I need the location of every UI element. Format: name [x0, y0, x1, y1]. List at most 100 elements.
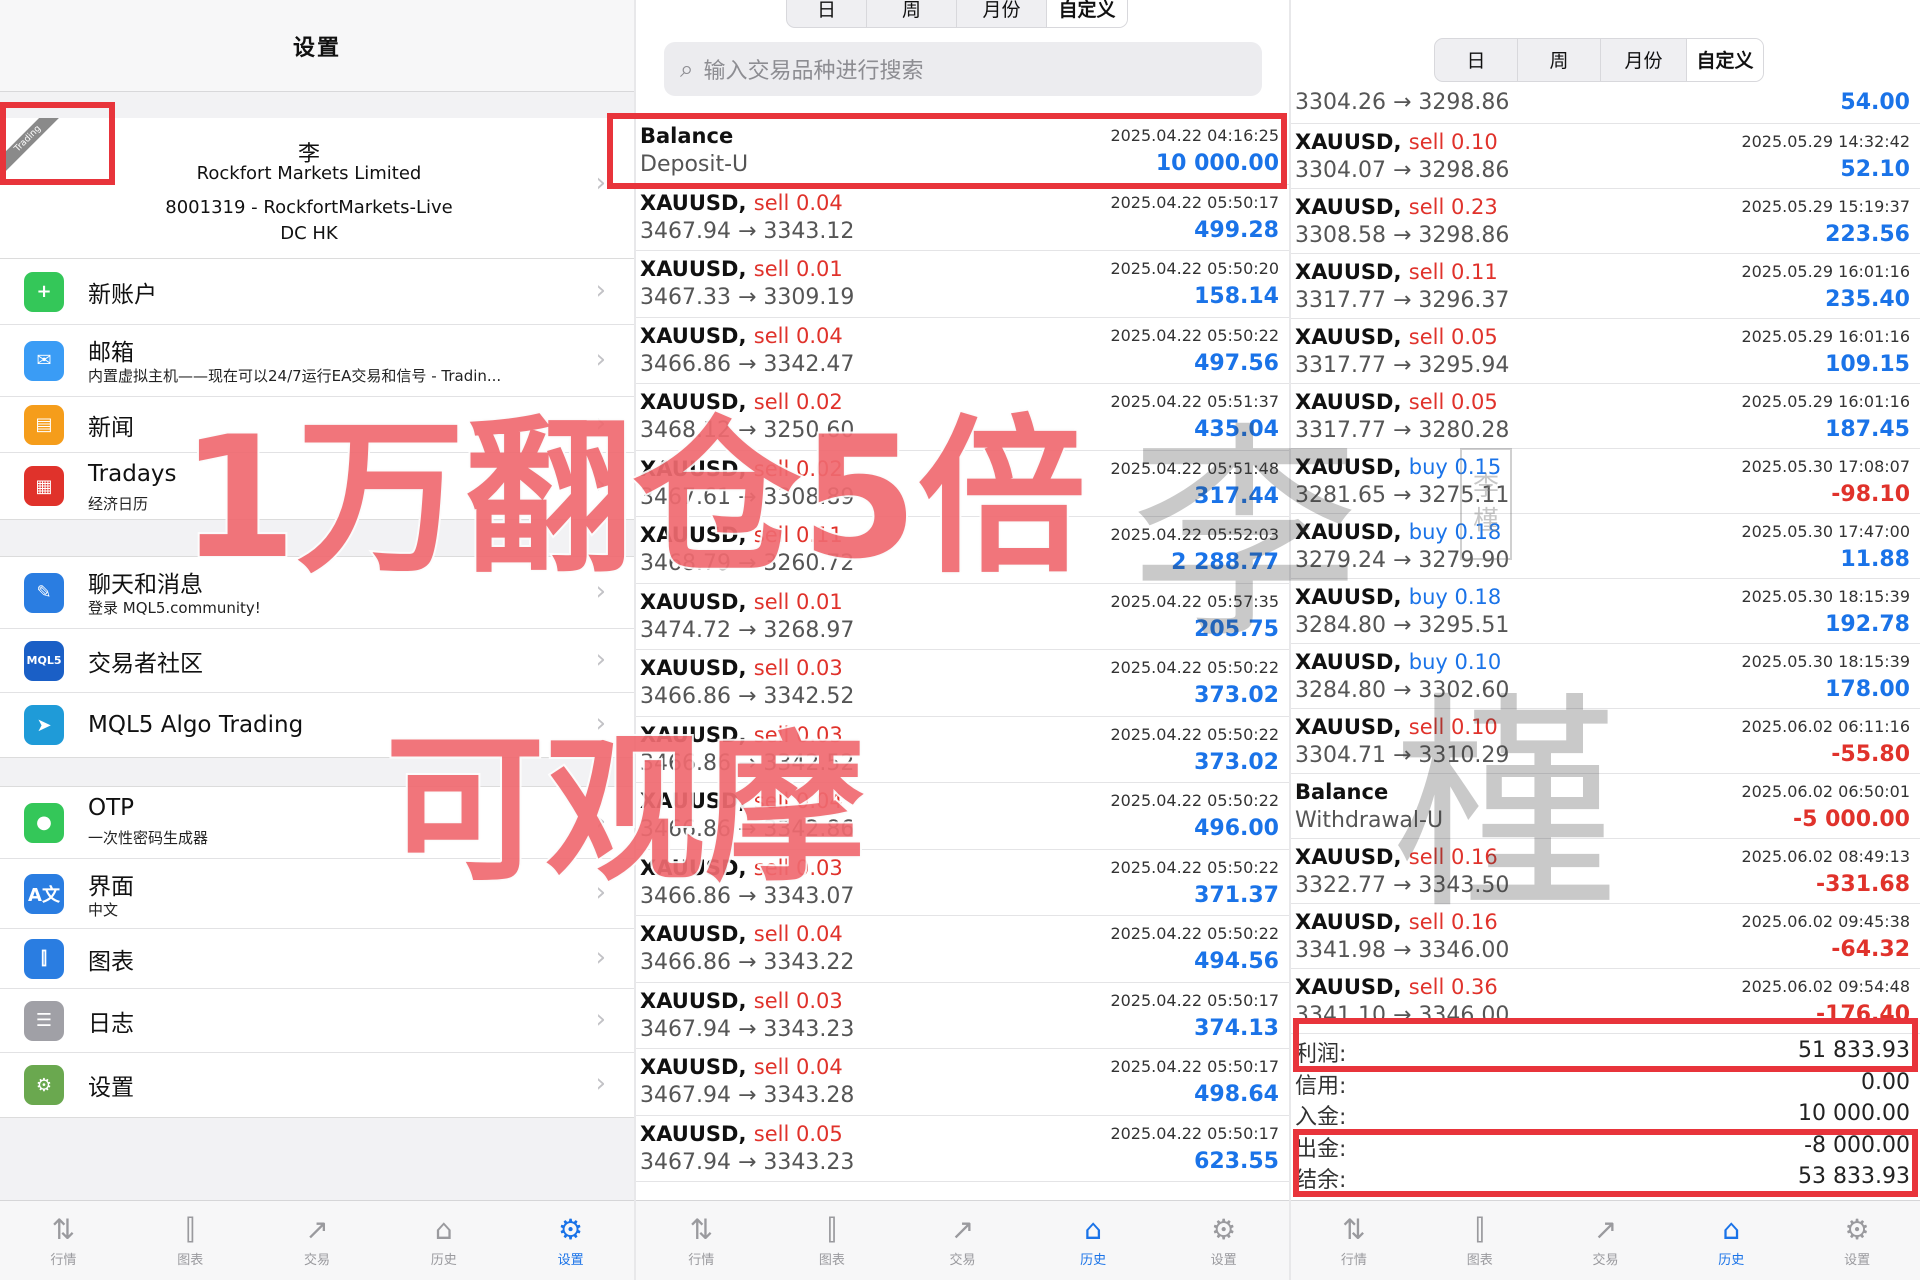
tab-5[interactable]: ⚙ 设置 [1794, 1201, 1920, 1280]
deal-symbol: Balance [640, 124, 734, 148]
deal-symbol: XAUUSD, buy 0.15 [1295, 455, 1502, 479]
deal-row[interactable]: XAUUSD, buy 0.10 2025.05.30 18:15:39 3284.… [1291, 644, 1920, 709]
search-placeholder: 输入交易品种进行搜索 [703, 59, 924, 84]
settings-item[interactable]: A文 界面 中文 › [0, 859, 634, 929]
deal-row[interactable]: XAUUSD, sell 0.23 2025.05.29 15:19:37 3308… [1291, 189, 1920, 254]
deal-row[interactable]: XAUUSD, sell 0.02 2025.04.22 05:51:48 3467… [636, 451, 1289, 517]
deal-symbol: XAUUSD, sell 0.05 [1295, 390, 1498, 414]
deal-row[interactable]: XAUUSD, sell 0.02 2025.04.22 05:51:37 3468… [636, 384, 1289, 451]
tab-5[interactable]: ⚙ 设置 [507, 1201, 634, 1280]
tab-2[interactable]: ⫿ 图表 [767, 1201, 898, 1280]
deal-row[interactable]: XAUUSD, sell 0.04 2025.04.22 05:50:17 3467… [636, 185, 1289, 251]
deal-price: 3304.26 → 3298.86 [1295, 90, 1510, 115]
deal-row[interactable]: XAUUSD, sell 0.04 2025.04.22 05:50:22 3466… [636, 916, 1289, 983]
deal-symbol: XAUUSD, sell 0.02 [640, 456, 843, 481]
deal-row[interactable]: XAUUSD, sell 0.10 2025.06.02 06:11:16 3304… [1291, 709, 1920, 774]
period-tab[interactable]: 日 [787, 0, 867, 27]
deal-row[interactable]: XAUUSD, sell 0.04 2025.04.22 05:50:22 3466… [636, 318, 1289, 384]
balance-row[interactable]: Balance 2025.06.02 06:50:01 Withdrawal-U -5… [1291, 774, 1920, 839]
period-tab[interactable]: 月份 [957, 0, 1047, 27]
tab-2[interactable]: ⫿ 图表 [1417, 1201, 1543, 1280]
deal-row[interactable]: XAUUSD, buy 0.15 2025.05.30 17:08:07 3281.… [1291, 449, 1920, 514]
tab-4[interactable]: ⌂ 历史 [1028, 1201, 1159, 1280]
deal-row[interactable]: XAUUSD, sell 0.11 2025.05.29 16:01:16 3317… [1291, 254, 1920, 319]
settings-item[interactable]: ▤ 新闻 › [0, 397, 634, 453]
period-tab[interactable]: 周 [867, 0, 957, 27]
deal-profit: -55.80 [1831, 742, 1910, 767]
deal-time: 2025.06.02 06:50:01 [1741, 782, 1910, 801]
period-tab[interactable]: 周 [1518, 39, 1601, 81]
deal-row[interactable]: XAUUSD, sell 0.11 2025.04.22 05:52:03 3468… [636, 517, 1289, 584]
deal-profit: -98.10 [1831, 482, 1910, 507]
deal-row[interactable]: XAUUSD, sell 0.16 2025.06.02 09:45:38 3341… [1291, 904, 1920, 969]
period-tab[interactable]: 自定义 [1687, 39, 1763, 81]
settings-item[interactable]: MQL5 交易者社区 › [0, 629, 634, 693]
deal-symbol: XAUUSD, sell 0.36 [1295, 975, 1498, 999]
settings-item-label: OTP [88, 795, 135, 821]
deal-row[interactable]: XAUUSD, sell 0.04 2025.04.22 05:50:22 3466… [636, 783, 1289, 850]
deal-row[interactable]: XAUUSD, sell 0.01 2025.04.22 05:50:20 3467… [636, 251, 1289, 318]
settings-item-icon: ✉ [24, 340, 64, 381]
deal-side: sell 0.16 [1408, 910, 1498, 934]
settings-item[interactable]: + 新账户 › [0, 259, 634, 325]
settings-item-label: 新闻 [88, 414, 134, 441]
deal-symbol: XAUUSD, buy 0.18 [1295, 520, 1502, 544]
search-input[interactable]: ⌕ 输入交易品种进行搜索 [664, 42, 1262, 96]
deal-row[interactable]: XAUUSD, sell 0.16 2025.06.02 08:49:13 3322… [1291, 839, 1920, 904]
tab-4[interactable]: ⌂ 历史 [1668, 1201, 1794, 1280]
tab-1[interactable]: ⇅ 行情 [1291, 1201, 1417, 1280]
settings-item[interactable]: ⚙ 设置 › [0, 1053, 634, 1117]
account-card[interactable]: 李 Rockfort Markets Limited 8001319 - Roc… [0, 118, 634, 260]
settings-item-icon: ▦ [24, 466, 64, 506]
deal-price: 3341.10 → 3346.00 [1295, 1003, 1510, 1028]
settings-item[interactable]: ☰ 日志 › [0, 989, 634, 1053]
deal-row[interactable]: XAUUSD, sell 0.03 2025.04.22 05:50:22 3466… [636, 850, 1289, 916]
tab-3[interactable]: ↗ 交易 [254, 1201, 381, 1280]
tab-4[interactable]: ⌂ 历史 [380, 1201, 507, 1280]
deal-time: 2025.04.22 05:50:22 [1110, 325, 1279, 345]
tab-5[interactable]: ⚙ 设置 [1158, 1201, 1289, 1280]
settings-item[interactable]: ⫿ 图表 › [0, 929, 634, 989]
settings-item[interactable]: ➤ MQL5 Algo Trading › [0, 693, 634, 757]
settings-item[interactable]: ● OTP 一次性密码生成器 › [0, 787, 634, 859]
deal-row[interactable]: XAUUSD, sell 0.03 2025.04.22 05:50:22 3466… [636, 717, 1289, 783]
deal-time: 2025.04.22 05:50:22 [1110, 857, 1279, 877]
deal-row[interactable]: XAUUSD, buy 0.18 2025.05.30 17:47:00 3279.… [1291, 514, 1920, 579]
deal-row[interactable]: XAUUSD, sell 0.04 2025.04.22 05:50:17 3467… [636, 1049, 1289, 1116]
deal-price: 3466.86 → 3342.52 [640, 684, 855, 709]
settings-item[interactable]: ✎ 聊天和消息 登录 MQL5.community! › [0, 557, 634, 629]
deal-row[interactable]: XAUUSD, sell 0.05 2025.04.22 05:50:17 3467… [636, 1116, 1289, 1182]
deal-row[interactable]: XAUUSD, sell 0.03 2025.04.22 05:50:17 3467… [636, 983, 1289, 1049]
period-tab[interactable]: 自定义 [1047, 0, 1127, 27]
settings-item[interactable]: ✉ 邮箱 内置虚拟主机——现在可以24/7运行EA交易和信号 - Tradin...… [0, 325, 634, 397]
period-tab[interactable]: 月份 [1601, 39, 1687, 81]
tab-3[interactable]: ↗ 交易 [897, 1201, 1028, 1280]
balance-row[interactable]: Balance 2025.04.22 04:16:25 Deposit-U 10 00… [636, 118, 1289, 185]
deal-side: sell 0.23 [1408, 195, 1498, 219]
chevron-right-icon: › [595, 1068, 606, 1099]
deal-row[interactable]: XAUUSD, sell 0.05 2025.05.29 16:01:16 3317… [1291, 384, 1920, 449]
deal-row[interactable]: XAUUSD, sell 0.05 2025.05.29 16:01:16 3317… [1291, 319, 1920, 384]
deal-symbol: XAUUSD, sell 0.16 [1295, 910, 1498, 934]
tab-1[interactable]: ⇅ 行情 [0, 1201, 127, 1280]
settings-item[interactable]: ▦ Tradays 经济日历 › [0, 453, 634, 519]
deal-profit: 317.44 [1194, 483, 1279, 509]
settings-item-label: 交易者社区 [88, 650, 203, 677]
deal-row[interactable]: XAUUSD, sell 0.03 2025.04.22 05:50:22 3466… [636, 650, 1289, 717]
deal-row[interactable]: XAUUSD, sell 0.01 2025.04.22 05:57:35 3474… [636, 584, 1289, 650]
deal-row[interactable]: XAUUSD, sell 0.36 2025.06.02 09:54:48 3341… [1291, 969, 1920, 1034]
deal-row[interactable]: XAUUSD, buy 0.18 2025.05.30 18:15:39 3284.… [1291, 579, 1920, 644]
summary-value: -8 000.00 [1804, 1132, 1910, 1158]
deal-profit: -5 000.00 [1793, 807, 1910, 832]
tab-3[interactable]: ↗ 交易 [1543, 1201, 1669, 1280]
deal-row[interactable]: XAUUSD, sell 0.10 2025.05.29 14:32:42 3304… [1291, 124, 1920, 189]
deal-profit: 623.55 [1194, 1148, 1279, 1174]
tab-2[interactable]: ⫿ 图表 [127, 1201, 254, 1280]
deal-symbol: XAUUSD, sell 0.04 [640, 190, 843, 215]
deal-profit: 235.40 [1825, 287, 1910, 312]
period-tab[interactable]: 日 [1435, 39, 1518, 81]
tab-1[interactable]: ⇅ 行情 [636, 1201, 767, 1280]
deal-row[interactable]: 3304.26 → 3298.86 54.00 [1291, 88, 1920, 124]
tab-label: 历史 [1718, 1253, 1745, 1268]
deal-profit: 499.28 [1194, 217, 1279, 243]
